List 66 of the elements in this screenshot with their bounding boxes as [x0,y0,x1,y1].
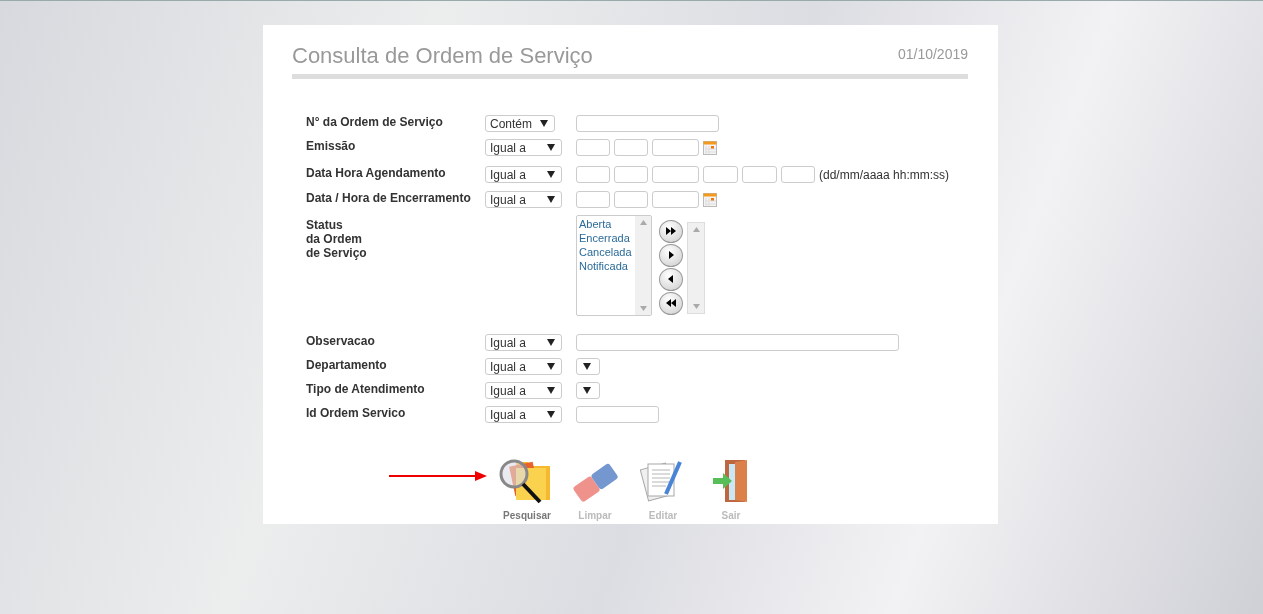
caret-icon [547,144,555,151]
input-field[interactable] [576,139,610,156]
move-right-button[interactable] [659,243,683,267]
list-option[interactable]: Aberta [579,217,633,231]
value-select[interactable] [576,382,600,399]
operator-select[interactable]: Contém [485,115,556,132]
double-triangle-icon [665,298,677,308]
page-title: Consulta de Ordem de Serviço [292,43,593,69]
field-label: N° da Ordem de Serviço [306,115,444,129]
input-field[interactable] [742,166,777,183]
input-field[interactable] [614,166,648,183]
operator-select[interactable]: Igual a [485,334,562,351]
input-field[interactable] [652,191,699,208]
field-label: Status da Ordem de Serviço [306,218,368,260]
scroll-up-icon [692,227,700,232]
caret-icon [547,363,555,370]
scroll-down-icon [692,304,700,309]
operator-select[interactable]: Igual a [485,139,562,156]
caret-icon [583,363,591,370]
caret-icon [547,339,555,346]
operator-select[interactable]: Igual a [485,406,562,423]
input-field[interactable] [781,166,815,183]
input-field[interactable] [703,166,738,183]
caret-icon [583,387,591,394]
field-label: Data Hora Agendamento [306,166,447,180]
input-field[interactable] [576,334,899,351]
input-field[interactable] [614,139,648,156]
caret-icon [540,120,549,127]
move-left-button[interactable] [659,267,683,291]
field-label: Departamento [306,358,388,372]
scroll-up-icon [639,220,647,225]
caret-icon [547,387,555,394]
input-field[interactable] [576,115,719,132]
caret-icon [547,196,555,203]
available-list[interactable]: Aberta Encerrada Cancelada Notificada [576,215,652,316]
list-option[interactable]: Encerrada [579,231,633,245]
format-hint: (dd/mm/aaaa hh:mm:ss) [819,167,950,182]
caret-icon [547,171,555,178]
move-all-left-button[interactable] [659,291,683,315]
calendar-icon[interactable] [703,192,717,207]
caret-icon [547,411,555,418]
list-option[interactable]: Cancelada [579,245,633,259]
field-label: Observacao [306,334,376,348]
input-field[interactable] [652,139,699,156]
field-label: Emissão [306,139,357,153]
search-button[interactable]: Pesquisar [498,447,556,521]
current-date: 01/10/2019 [897,46,968,62]
field-label: Data / Hora de Encerramento [306,191,472,205]
input-field[interactable] [576,191,610,208]
input-field[interactable] [576,406,659,423]
operator-select[interactable]: Igual a [485,166,562,183]
scroll-down-icon [639,306,647,311]
field-label: Id Ordem Servico [306,406,407,420]
operator-select[interactable]: Igual a [485,358,562,375]
input-field[interactable] [576,166,610,183]
operator-select[interactable]: Igual a [485,382,562,399]
field-label: Tipo de Atendimento [306,382,426,396]
list-option[interactable]: Notificada [579,259,633,273]
calendar-icon[interactable] [703,140,717,155]
input-field[interactable] [614,191,648,208]
input-field[interactable] [652,166,699,183]
value-select[interactable] [576,358,600,375]
operator-select[interactable]: Igual a [485,191,562,208]
double-triangle-icon [665,226,677,236]
move-all-right-button[interactable] [659,219,683,243]
scrollbar[interactable] [635,216,651,315]
